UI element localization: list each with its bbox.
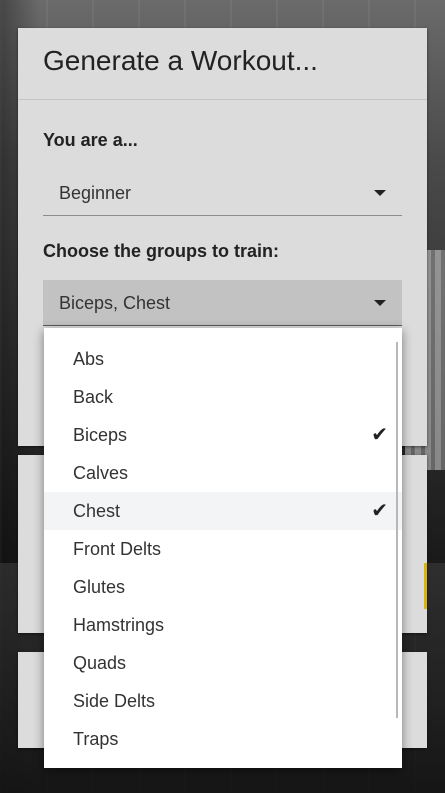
muscle-groups-select[interactable]: Biceps, Chest [43, 280, 402, 326]
menu-item-calves[interactable]: Calves [44, 454, 402, 492]
menu-item-label: Traps [73, 729, 119, 749]
level-select-value: Beginner [59, 183, 132, 203]
check-icon: ✔ [371, 424, 388, 446]
menu-scrollbar[interactable] [396, 342, 398, 718]
muscle-groups-select-value: Biceps, Chest [59, 293, 171, 313]
level-select[interactable]: Beginner [43, 170, 402, 216]
menu-item-label: Glutes [73, 577, 126, 597]
menu-item-label: Side Delts [73, 691, 156, 711]
menu-item-glutes[interactable]: Glutes [44, 568, 402, 606]
menu-item-label: Back [73, 387, 114, 407]
accent-button-edge[interactable] [424, 563, 427, 609]
check-icon: ✔ [371, 500, 388, 522]
menu-item-label: Calves [73, 463, 129, 483]
menu-item-traps[interactable]: Traps [44, 720, 402, 758]
menu-item-side-delts[interactable]: Side Delts [44, 682, 402, 720]
menu-item-front-delts[interactable]: Front Delts [44, 530, 402, 568]
menu-item-label: Hamstrings [73, 615, 165, 635]
menu-item-chest[interactable]: Chest ✔ [44, 492, 402, 530]
muscle-groups-dropdown-menu: Abs Back Biceps ✔ Calves Chest ✔ Front Delts Glu… [44, 328, 402, 768]
groups-label: Choose the groups to train: [43, 241, 279, 261]
card-title: Generate a Workout... [18, 28, 427, 100]
menu-item-quads[interactable]: Quads [44, 644, 402, 682]
menu-item-label: Biceps [73, 425, 128, 445]
menu-item-biceps[interactable]: Biceps ✔ [44, 416, 402, 454]
level-label: You are a... [43, 130, 138, 150]
menu-list: Abs Back Biceps ✔ Calves Chest ✔ Front Delts Glu… [44, 328, 402, 758]
caret-down-icon [374, 300, 386, 306]
caret-down-icon [374, 190, 386, 196]
menu-item-label: Abs [73, 349, 105, 369]
menu-item-label: Chest [73, 501, 121, 521]
menu-item-abs[interactable]: Abs [44, 340, 402, 378]
menu-item-hamstrings[interactable]: Hamstrings [44, 606, 402, 644]
menu-item-back[interactable]: Back [44, 378, 402, 416]
menu-item-label: Quads [73, 653, 127, 673]
menu-item-label: Front Delts [73, 539, 162, 559]
